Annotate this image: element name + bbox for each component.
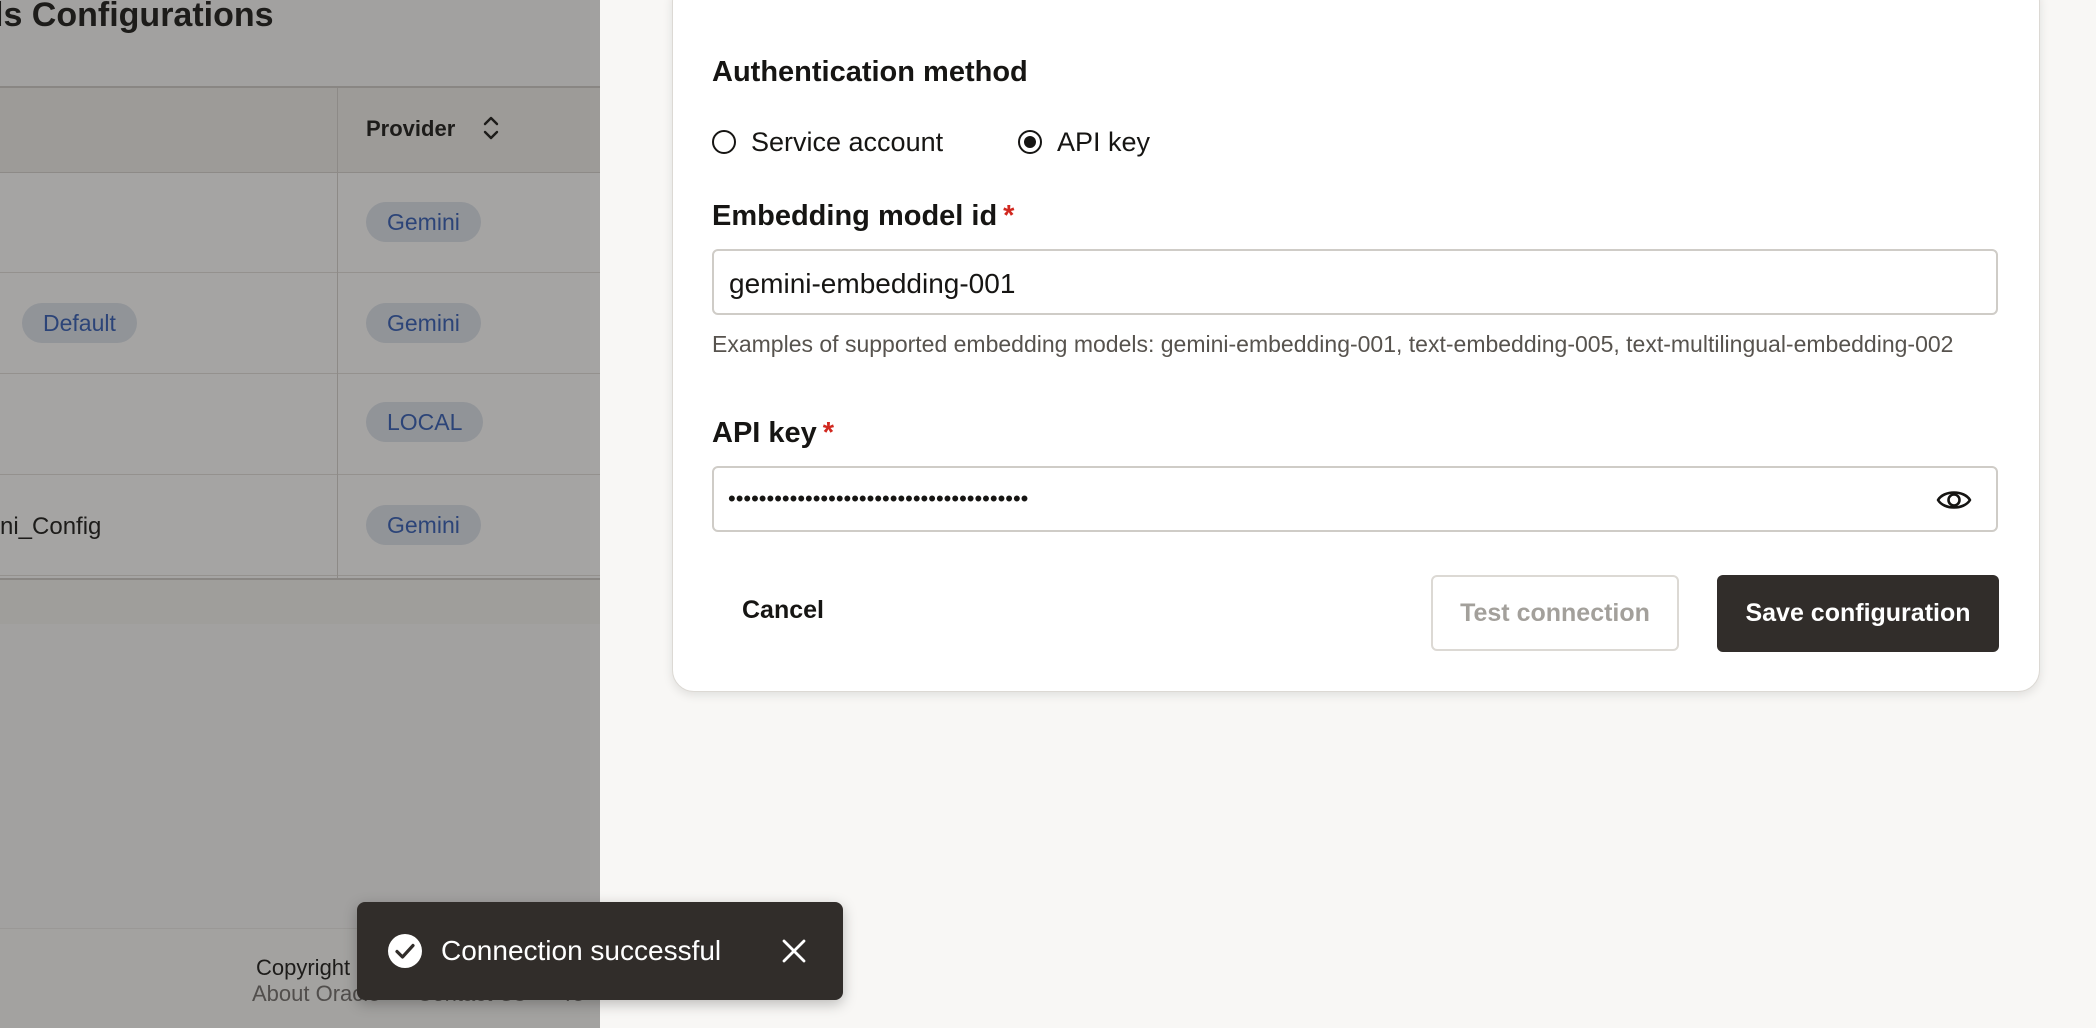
- test-connection-button[interactable]: Test connection: [1431, 575, 1679, 651]
- toast-notification: Connection successful: [357, 902, 843, 1000]
- required-asterisk: *: [1003, 200, 1015, 232]
- api-key-input[interactable]: •••••••••••••••••••••••••••••••••••••••: [712, 466, 1998, 532]
- radio-api-key[interactable]: API key: [1018, 124, 1150, 160]
- api-key-label: API key *: [712, 417, 834, 450]
- check-circle-icon: [388, 934, 422, 968]
- configuration-drawer: Authentication method Service account AP…: [600, 0, 2096, 1028]
- cancel-button[interactable]: Cancel: [742, 596, 824, 625]
- required-asterisk: *: [822, 417, 835, 449]
- api-key-label-text: API key: [712, 417, 817, 449]
- close-icon[interactable]: [781, 938, 807, 964]
- radio-label: Service account: [751, 126, 944, 157]
- embedding-model-help-text: Examples of supported embedding models: …: [712, 331, 1954, 357]
- modal-scrim[interactable]: [0, 0, 600, 1028]
- embedding-model-input[interactable]: gemini-embedding-001: [712, 249, 1998, 315]
- radio-service-account[interactable]: Service account: [712, 124, 943, 160]
- background-page: ls Configurations Provider Gemini Defaul…: [0, 0, 600, 1028]
- embedding-model-label-text: Embedding model id: [712, 200, 998, 232]
- embedding-model-label: Embedding model id *: [712, 200, 1014, 233]
- api-key-masked-value: •••••••••••••••••••••••••••••••••••••••: [728, 486, 1029, 511]
- auth-method-label: Authentication method: [712, 56, 1028, 88]
- embedding-model-value: gemini-embedding-001: [729, 268, 1016, 299]
- show-password-eye-icon[interactable]: [1936, 486, 1972, 514]
- toast-message: Connection successful: [441, 935, 722, 966]
- radio-unchecked-icon: [712, 130, 736, 154]
- radio-label: API key: [1057, 126, 1151, 157]
- radio-checked-icon: [1018, 130, 1042, 154]
- save-configuration-button[interactable]: Save configuration: [1717, 575, 1999, 652]
